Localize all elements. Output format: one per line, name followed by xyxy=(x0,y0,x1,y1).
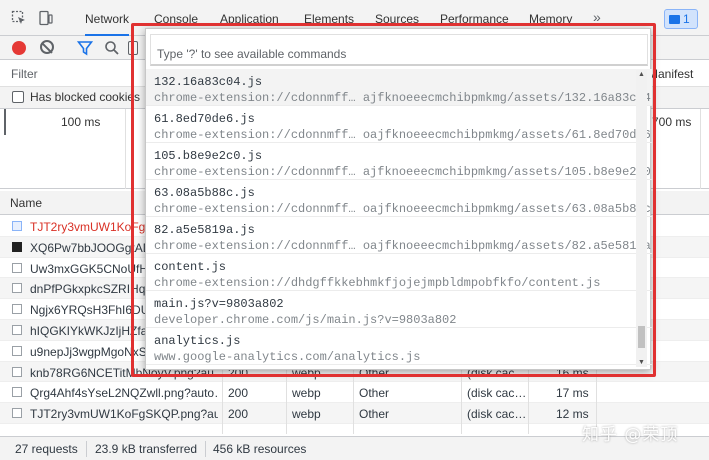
issues-count: 1 xyxy=(683,12,690,26)
watermark: 知乎 @荣顶 xyxy=(582,425,679,445)
resources-size: 456 kB resources xyxy=(213,442,307,456)
image-icon xyxy=(12,408,22,419)
transferred-size: 23.9 kB transferred xyxy=(95,442,198,456)
blocked-cookies-label: Has blocked cookies xyxy=(30,90,141,104)
image-icon xyxy=(12,387,22,398)
request-name: TJT2ry3vmUW1KoFgSKQP.png?au… xyxy=(30,407,218,422)
message-icon xyxy=(669,15,680,25)
blocked-cookies-checkbox[interactable] xyxy=(12,91,24,103)
device-toolbar-icon[interactable] xyxy=(38,10,54,26)
filter-icon[interactable] xyxy=(76,40,94,59)
tick-label: 700 ms xyxy=(652,115,692,129)
request-name: Qrg4Ahf4sYseL2NQZwll.png?auto… xyxy=(30,386,218,401)
issues-badge[interactable]: 1 xyxy=(664,9,698,29)
table-row[interactable]: Qrg4Ahf4sYseL2NQZwll.png?auto… 200 webp Oth… xyxy=(0,382,709,404)
inspect-element-icon[interactable] xyxy=(11,10,27,26)
column-header-name[interactable]: Name xyxy=(10,196,42,210)
request-status: 200 xyxy=(228,386,249,401)
highlight-frame xyxy=(131,23,656,377)
request-size: (disk cac… xyxy=(467,407,527,422)
tick-label: 100 ms xyxy=(61,115,101,129)
gridline xyxy=(125,109,126,189)
image-icon xyxy=(12,345,22,356)
image-icon xyxy=(12,366,22,377)
gridline xyxy=(700,109,701,189)
filter-input[interactable]: Filter xyxy=(11,67,38,81)
request-initiator: Other xyxy=(359,386,390,401)
overview-selection-handle[interactable] xyxy=(4,109,6,135)
image-icon xyxy=(12,262,22,273)
image-icon xyxy=(12,324,22,335)
request-type: webp xyxy=(292,407,321,422)
image-icon xyxy=(12,304,22,315)
request-size: (disk cac… xyxy=(467,386,527,401)
search-icon[interactable] xyxy=(104,40,120,59)
request-time: 17 ms xyxy=(556,386,589,401)
divider xyxy=(205,441,206,457)
image-icon xyxy=(12,241,22,252)
record-button[interactable] xyxy=(12,41,26,55)
clear-button[interactable] xyxy=(40,40,54,54)
image-icon xyxy=(12,283,22,294)
divider xyxy=(86,441,87,457)
document-icon xyxy=(12,221,22,231)
request-count: 27 requests xyxy=(15,442,78,456)
request-initiator: Other xyxy=(359,407,390,422)
tab-network[interactable]: Network xyxy=(85,0,130,36)
request-status: 200 xyxy=(228,407,249,422)
request-type: webp xyxy=(292,386,321,401)
